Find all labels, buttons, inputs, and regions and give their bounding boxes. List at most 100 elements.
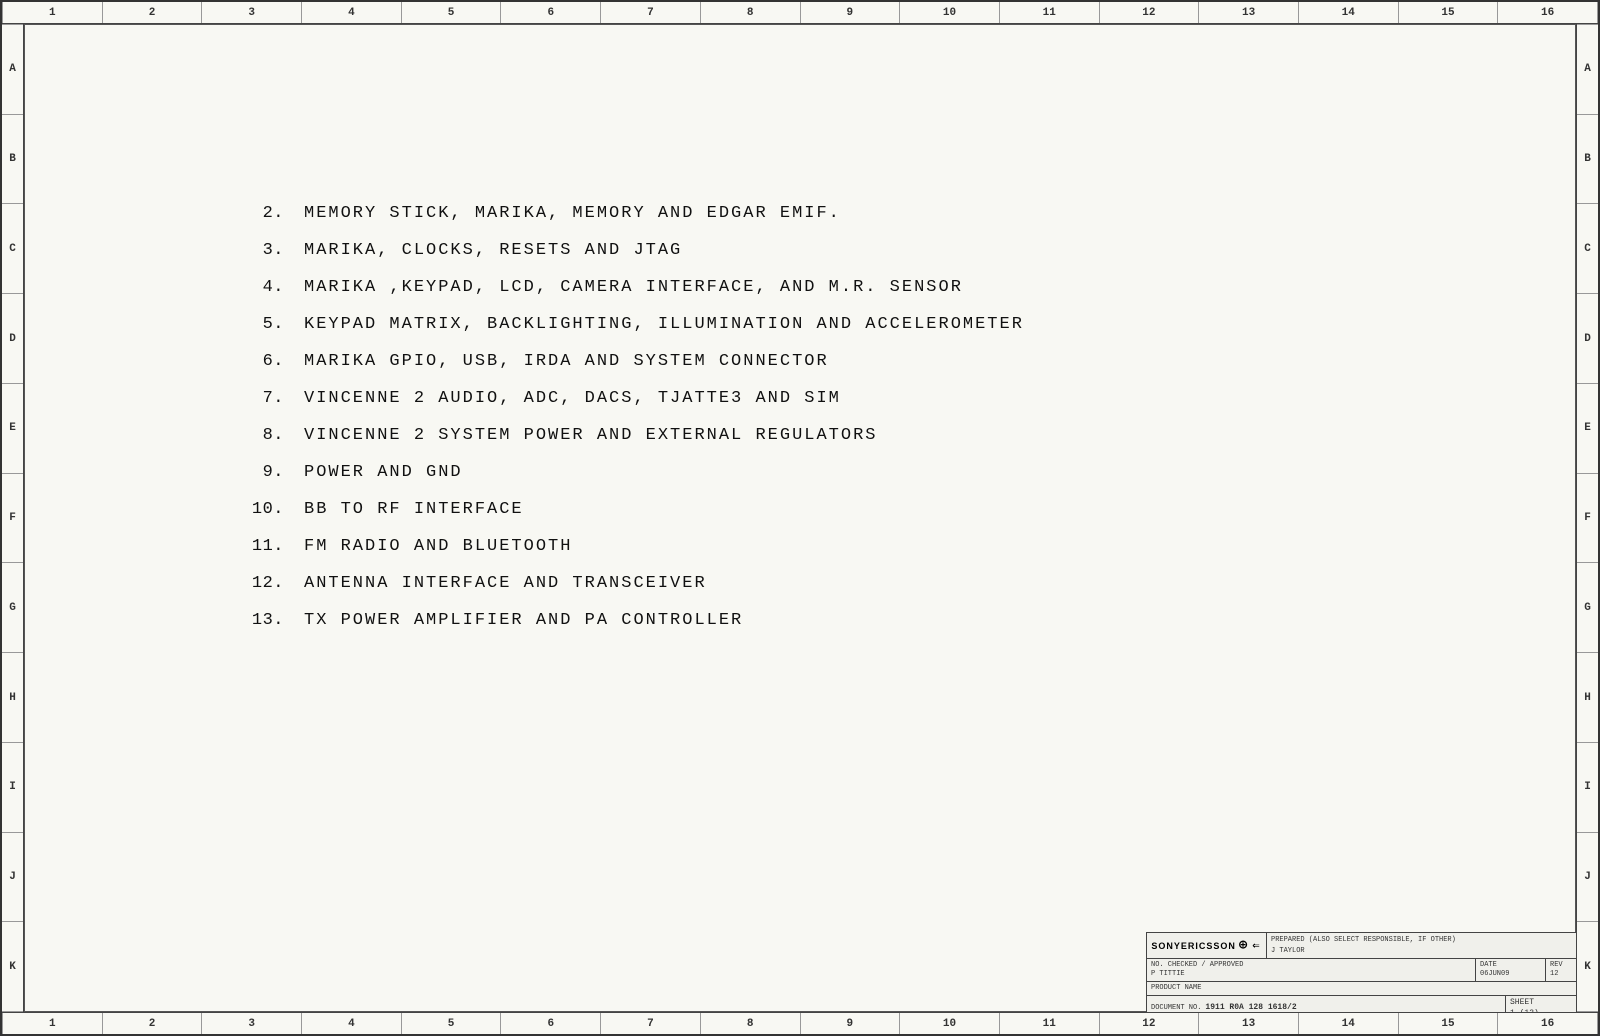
rev-info: REV 12 bbox=[1546, 959, 1576, 981]
ruler-left-cell-I: I bbox=[2, 743, 23, 833]
sheet-item-num-6: 6. bbox=[224, 352, 284, 371]
ruler-right-cell-K: K bbox=[1577, 922, 1598, 1012]
ruler-right-cell-H: H bbox=[1577, 653, 1598, 743]
sheet-item-10: 10.BB TO RF INTERFACE bbox=[224, 500, 1326, 519]
sheet-item-3: 3. MARIKA, CLOCKS, RESETS AND JTAG bbox=[224, 241, 1326, 260]
sheet-item-7: 7. VINCENNE 2 AUDIO, ADC, DACS, TJATTE3 A… bbox=[224, 389, 1326, 408]
ruler-top-cell-7: 7 bbox=[601, 2, 701, 23]
doc-num-value: 1911 R0A 128 1618/2 bbox=[1205, 1003, 1296, 1012]
ruler-right: ABCDEFGHIJK bbox=[1576, 24, 1598, 1012]
main-content: 2. MEMORY STICK, MARIKA, MEMORY AND EDGAR… bbox=[24, 24, 1576, 1012]
sheet-list: 2. MEMORY STICK, MARIKA, MEMORY AND EDGAR… bbox=[224, 204, 1326, 648]
ruler-top-cell-5: 5 bbox=[402, 2, 502, 23]
sheet-item-desc-5: KEYPAD MATRIX, BACKLIGHTING, ILLUMINATIO… bbox=[304, 315, 1024, 334]
sheet-item-desc-8: VINCENNE 2 SYSTEM POWER AND EXTERNAL REG… bbox=[304, 426, 877, 445]
ruler-left-cell-K: K bbox=[2, 922, 23, 1012]
sheet-item-num-10: 10. bbox=[224, 500, 284, 519]
sheet-item-desc-9: POWER AND GND bbox=[304, 463, 463, 482]
ruler-top-cell-3: 3 bbox=[202, 2, 302, 23]
sheet-item-11: 11.FM RADIO AND BLUETOOTH bbox=[224, 537, 1326, 556]
ruler-right-cell-B: B bbox=[1577, 115, 1598, 205]
sheet-item-num-5: 5. bbox=[224, 315, 284, 334]
ruler-bottom-cell-4: 4 bbox=[302, 1013, 402, 1034]
sheet-number: SHEET 1 (13) bbox=[1506, 996, 1576, 1012]
ruler-right-cell-I: I bbox=[1577, 743, 1598, 833]
ruler-left-cell-E: E bbox=[2, 384, 23, 474]
ruler-bottom-cell-8: 8 bbox=[701, 1013, 801, 1034]
prepared-label: PREPARED (ALSO SELECT RESPONSIBLE, IF OT… bbox=[1271, 935, 1572, 946]
sheet-item-num-2: 2. bbox=[224, 204, 284, 223]
ruler-top-cell-15: 15 bbox=[1399, 2, 1499, 23]
sheet-item-6: 6. MARIKA GPIO, USB, IRDA AND SYSTEM CONN… bbox=[224, 352, 1326, 371]
ruler-bottom-cell-2: 2 bbox=[103, 1013, 203, 1034]
ruler-bottom-cell-3: 3 bbox=[202, 1013, 302, 1034]
ruler-bottom-cell-15: 15 bbox=[1399, 1013, 1499, 1034]
title-info: PREPARED (ALSO SELECT RESPONSIBLE, IF OT… bbox=[1267, 933, 1576, 958]
sheet-item-num-8: 8. bbox=[224, 426, 284, 445]
sheet-item-4: 4. MARIKA ,KEYPAD, LCD, CAMERA INTERFACE,… bbox=[224, 278, 1326, 297]
sheet-item-9: 9. POWER AND GND bbox=[224, 463, 1326, 482]
ruler-bottom-cell-9: 9 bbox=[801, 1013, 901, 1034]
ruler-top-cell-4: 4 bbox=[302, 2, 402, 23]
ruler-top-cell-11: 11 bbox=[1000, 2, 1100, 23]
ruler-left: ABCDEFGHIJK bbox=[2, 24, 24, 1012]
sheet-item-num-11: 11. bbox=[224, 537, 284, 556]
ruler-bottom: 12345678910111213141516 bbox=[2, 1012, 1598, 1034]
approved-by: P TITTIE bbox=[1151, 970, 1243, 979]
ruler-bottom-cell-10: 10 bbox=[900, 1013, 1000, 1034]
ruler-right-cell-E: E bbox=[1577, 384, 1598, 474]
ruler-bottom-cell-7: 7 bbox=[601, 1013, 701, 1034]
product-name: PRODUCT NAME bbox=[1147, 982, 1576, 995]
ruler-right-cell-F: F bbox=[1577, 474, 1598, 564]
ruler-top-cell-1: 1 bbox=[2, 2, 103, 23]
ruler-right-cell-D: D bbox=[1577, 294, 1598, 384]
company-logo: SONYERICSSON ⊕ ⇐ bbox=[1147, 933, 1267, 958]
sheet-item-8: 8. VINCENNE 2 SYSTEM POWER AND EXTERNAL R… bbox=[224, 426, 1326, 445]
ruler-bottom-cell-14: 14 bbox=[1299, 1013, 1399, 1034]
product-name-label: PRODUCT NAME bbox=[1151, 984, 1201, 993]
sheet-item-2: 2. MEMORY STICK, MARIKA, MEMORY AND EDGAR… bbox=[224, 204, 1326, 223]
sheet-item-num-9: 9. bbox=[224, 463, 284, 482]
ruler-left-cell-D: D bbox=[2, 294, 23, 384]
ruler-left-cell-J: J bbox=[2, 833, 23, 923]
drawing-container: 12345678910111213141516 1234567891011121… bbox=[0, 0, 1600, 1036]
ruler-left-cell-C: C bbox=[2, 204, 23, 294]
ruler-top-cell-14: 14 bbox=[1299, 2, 1399, 23]
sheet-item-num-7: 7. bbox=[224, 389, 284, 408]
prepared-by: J TAYLOR bbox=[1271, 946, 1572, 957]
sheet-label: SHEET bbox=[1510, 998, 1539, 1008]
ruler-top-cell-6: 6 bbox=[501, 2, 601, 23]
ruler-top-cell-16: 16 bbox=[1498, 2, 1598, 23]
ruler-bottom-cell-6: 6 bbox=[501, 1013, 601, 1034]
ruler-left-cell-F: F bbox=[2, 474, 23, 564]
sheet-item-5: 5. KEYPAD MATRIX, BACKLIGHTING, ILLUMINAT… bbox=[224, 315, 1326, 334]
ruler-top: 12345678910111213141516 bbox=[2, 2, 1598, 24]
sheet-item-desc-2: MEMORY STICK, MARIKA, MEMORY AND EDGAR E… bbox=[304, 204, 841, 223]
ruler-left-cell-H: H bbox=[2, 653, 23, 743]
sheet-item-desc-12: ANTENNA INTERFACE AND TRANSCEIVER bbox=[304, 574, 707, 593]
sheet-item-desc-7: VINCENNE 2 AUDIO, ADC, DACS, TJATTE3 AND… bbox=[304, 389, 841, 408]
approved-info: NO. CHECKED / APPROVED P TITTIE bbox=[1147, 959, 1476, 981]
ruler-bottom-cell-12: 12 bbox=[1100, 1013, 1200, 1034]
title-block: SONYERICSSON ⊕ ⇐ PREPARED (ALSO SELECT R… bbox=[1146, 932, 1576, 1012]
ruler-right-cell-J: J bbox=[1577, 833, 1598, 923]
doc-number: DOCUMENT NO. 1911 R0A 128 1618/2 bbox=[1147, 996, 1506, 1012]
sheet-item-num-13: 13. bbox=[224, 611, 284, 630]
sheet-item-13: 13.TX POWER AMPLIFIER AND PA CONTROLLER bbox=[224, 611, 1326, 630]
ruler-bottom-cell-5: 5 bbox=[402, 1013, 502, 1034]
sheet-item-desc-3: MARIKA, CLOCKS, RESETS AND JTAG bbox=[304, 241, 682, 260]
sheet-value: 1 (13) bbox=[1510, 1009, 1539, 1012]
sheet-item-desc-4: MARIKA ,KEYPAD, LCD, CAMERA INTERFACE, A… bbox=[304, 278, 963, 297]
sheet-item-num-12: 12. bbox=[224, 574, 284, 593]
date-info: DATE 06JUN09 bbox=[1476, 959, 1546, 981]
ruler-left-cell-A: A bbox=[2, 24, 23, 115]
approved-date: 06JUN09 bbox=[1480, 970, 1509, 979]
sheet-item-desc-6: MARIKA GPIO, USB, IRDA AND SYSTEM CONNEC… bbox=[304, 352, 829, 371]
ruler-bottom-cell-16: 16 bbox=[1498, 1013, 1598, 1034]
ruler-top-cell-13: 13 bbox=[1199, 2, 1299, 23]
approved-label: NO. CHECKED / APPROVED bbox=[1151, 961, 1243, 970]
sheet-item-num-3: 3. bbox=[224, 241, 284, 260]
ruler-top-cell-9: 9 bbox=[801, 2, 901, 23]
ruler-bottom-cell-13: 13 bbox=[1199, 1013, 1299, 1034]
sheet-item-num-4: 4. bbox=[224, 278, 284, 297]
